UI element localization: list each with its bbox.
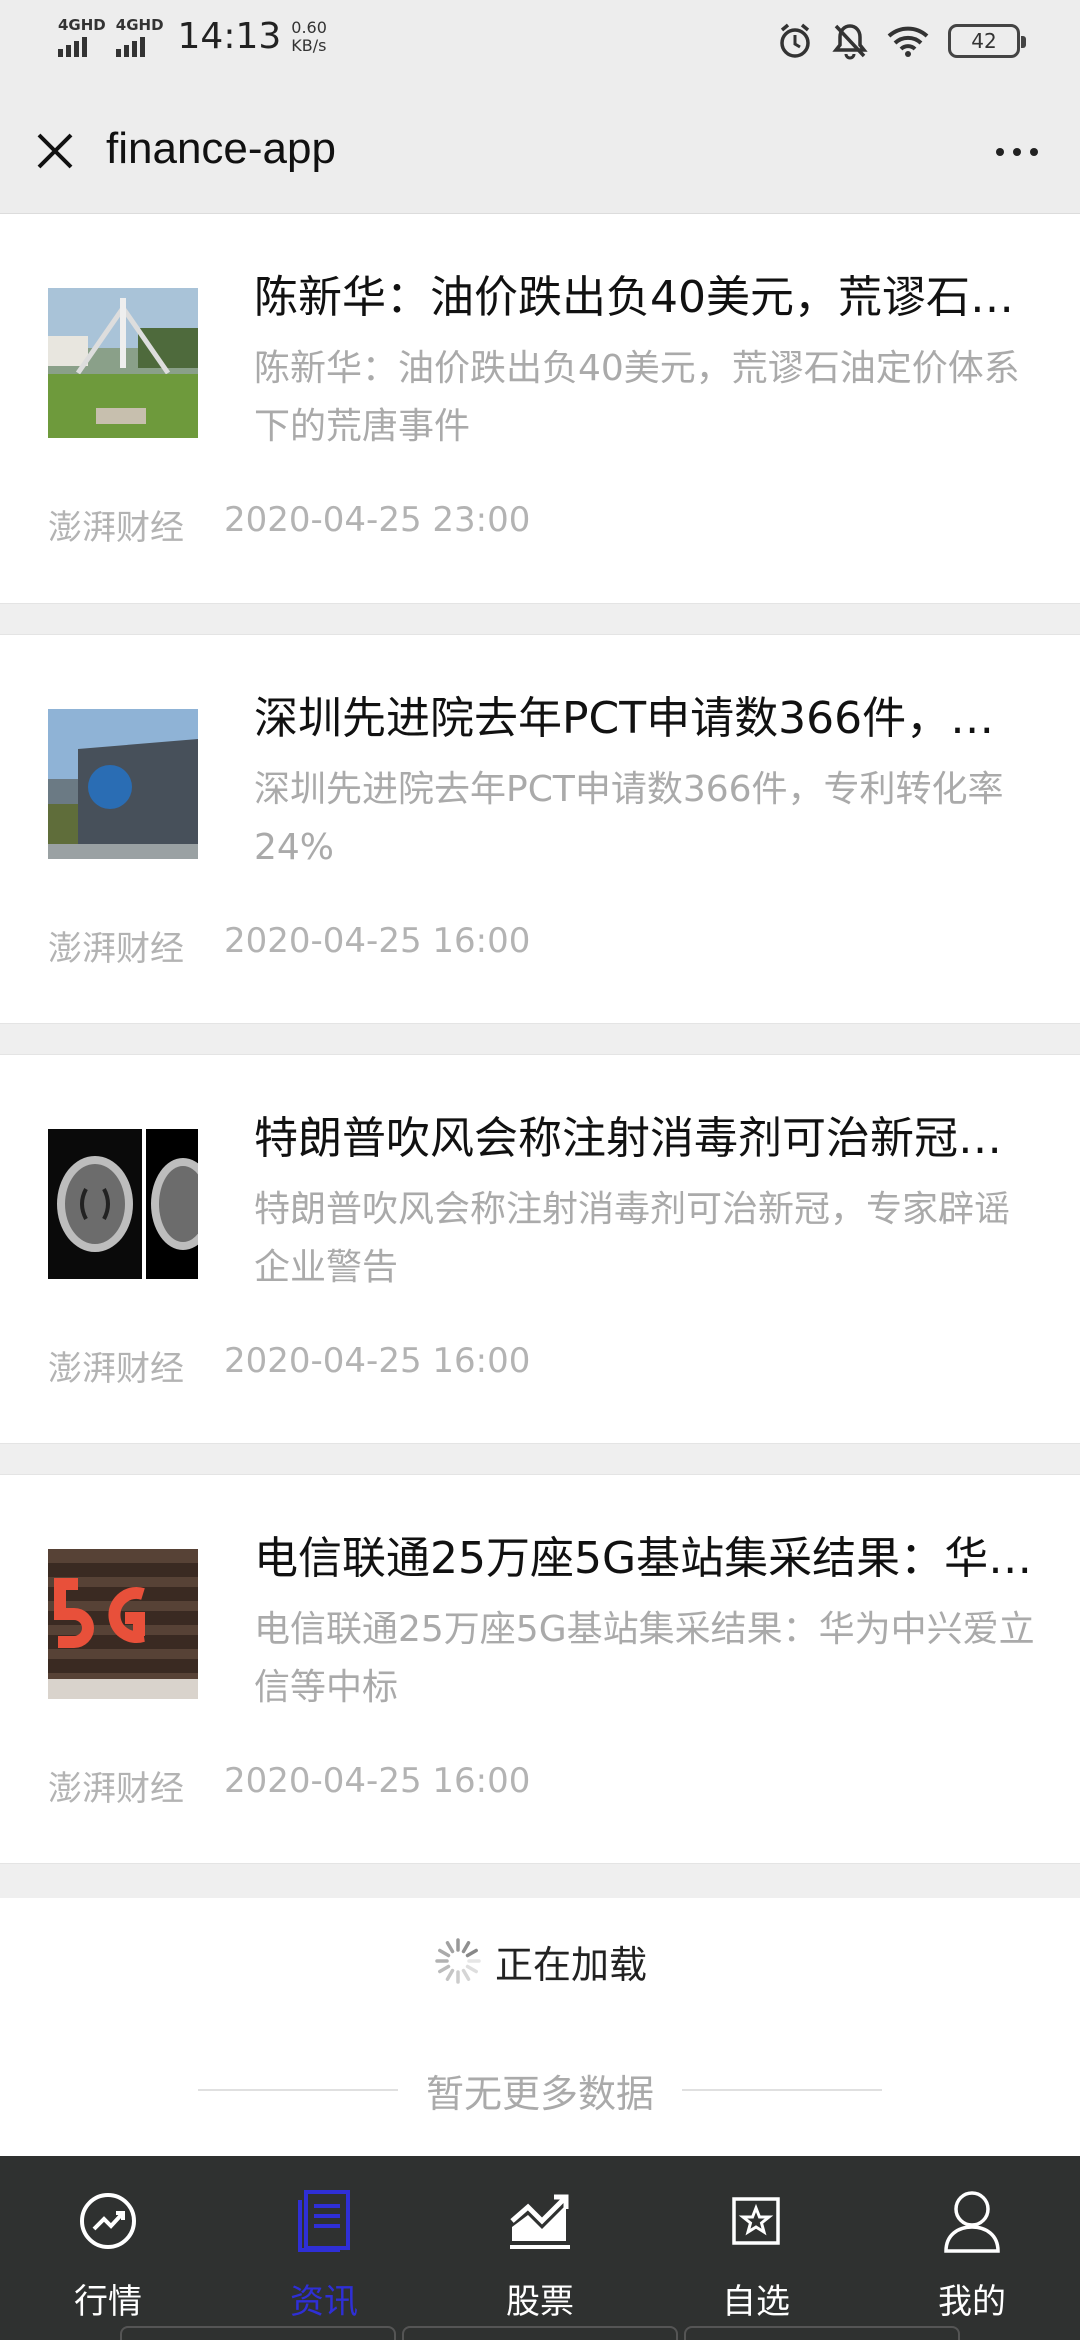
news-title[interactable]: 特朗普吹风会称注射消毒剂可治新冠，专家辟谣企业警告 [254, 1107, 1036, 1171]
battery-level: 42 [971, 29, 997, 53]
no-more-data-text: 暂无更多数据 [425, 2071, 654, 2116]
more-dots-icon [996, 148, 1004, 156]
tab-label: 自选 [722, 2282, 790, 2322]
signal-bars-icon [115, 35, 145, 57]
news-summary: 电信联通25万座5G基站集采结果：华为中兴爱立信等中标 [254, 1609, 1035, 1708]
tab-bar: 行情 资讯 股票 自选 我的 [0, 2156, 1080, 2340]
news-item[interactable]: 陈新华：油价跌出负40美元，荒谬石油定价体系下的荒唐事件 陈新华：油价跌出负40… [0, 214, 1080, 604]
wifi-icon [886, 24, 930, 58]
trend-circle-icon [75, 2188, 141, 2254]
no-more-data: 暂无更多数据 [0, 2024, 1080, 2156]
signal-label: 4GHD [58, 15, 106, 34]
tab-watchlist[interactable]: 自选 [648, 2156, 864, 2340]
tab-stocks[interactable]: 股票 [432, 2156, 648, 2340]
network-speed-value: 0.60 [291, 17, 327, 37]
tab-news[interactable]: 资讯 [216, 2156, 432, 2340]
news-title[interactable]: 深圳先进院去年PCT申请数366件，专利转化率24% [254, 687, 1036, 751]
divider [682, 2089, 882, 2091]
news-list: 陈新华：油价跌出负40美元，荒谬石油定价体系下的荒唐事件 陈新华：油价跌出负40… [0, 214, 1080, 1894]
news-summary: 深圳先进院去年PCT申请数366件，专利转化率24% [254, 769, 1004, 868]
news-meta: 澎湃财经 2020-04-25 23:00 [48, 500, 530, 549]
bell-muted-icon [832, 22, 868, 60]
home-indicator [120, 2326, 960, 2340]
tab-profile[interactable]: 我的 [864, 2156, 1080, 2340]
app-header: finance-app [0, 90, 1080, 214]
tab-label: 行情 [74, 2282, 142, 2322]
news-title[interactable]: 电信联通25万座5G基站集采结果：华为中兴爱立信等中标 [254, 1527, 1036, 1591]
news-item[interactable]: 深圳先进院去年PCT申请数366件，专利转化率24% 深圳先进院去年PCT申请数… [0, 634, 1080, 1024]
news-time: 2020-04-25 16:00 [224, 921, 531, 961]
news-thumbnail [48, 709, 198, 859]
signal-indicator-2: 4GHD [115, 15, 164, 57]
signal-bars-icon [58, 35, 87, 57]
tab-label: 股票 [506, 2282, 574, 2322]
news-thumbnail [48, 1549, 198, 1699]
more-button[interactable] [982, 128, 1052, 176]
stock-chart-icon [507, 2188, 573, 2254]
network-speed: 0.60 KB/s [291, 17, 327, 55]
close-icon [37, 133, 73, 169]
status-time: 14:13 [177, 16, 282, 57]
tab-market[interactable]: 行情 [0, 2156, 216, 2340]
news-title[interactable]: 陈新华：油价跌出负40美元，荒谬石油定价体系下的荒唐事件 [254, 266, 1036, 330]
news-item[interactable]: 特朗普吹风会称注射消毒剂可治新冠，专家辟谣企业警告 特朗普吹风会称注射消毒剂可治… [0, 1054, 1080, 1444]
network-speed-unit: KB/s [291, 35, 327, 55]
alarm-icon [776, 22, 814, 60]
news-thumbnail [48, 1129, 198, 1279]
news-meta: 澎湃财经 2020-04-25 16:00 [48, 1341, 530, 1390]
battery-icon: 42 [948, 24, 1026, 58]
loading-indicator: 正在加载 [0, 1898, 1080, 2024]
news-document-icon [291, 2188, 357, 2254]
user-icon [939, 2188, 1005, 2254]
news-time: 2020-04-25 16:00 [224, 1761, 531, 1801]
news-meta: 澎湃财经 2020-04-25 16:00 [48, 1761, 530, 1810]
spinner-icon [433, 1936, 483, 1986]
news-source: 澎湃财经 [48, 1349, 184, 1389]
divider [197, 2089, 398, 2091]
signal-indicator-1: 4GHD [58, 17, 106, 57]
news-source: 澎湃财经 [48, 1769, 184, 1809]
status-bar: 4GHD 4GHD 14:13 0.60 KB/s 42 [0, 0, 1080, 90]
close-button[interactable] [30, 126, 80, 176]
signal-label: 4GHD [115, 15, 164, 34]
status-left: 4GHD 4GHD 14:13 0.60 KB/s [58, 16, 327, 57]
news-summary: 陈新华：油价跌出负40美元，荒谬石油定价体系下的荒唐事件 [254, 348, 1020, 447]
news-source: 澎湃财经 [48, 929, 184, 969]
loading-text: 正在加载 [494, 1942, 647, 1987]
news-time: 2020-04-25 16:00 [224, 1341, 531, 1381]
news-source: 澎湃财经 [48, 508, 184, 548]
news-meta: 澎湃财经 2020-04-25 16:00 [48, 921, 530, 970]
news-thumbnail [48, 288, 198, 438]
news-time: 2020-04-25 23:00 [224, 500, 531, 540]
status-right: 42 [776, 22, 1026, 60]
news-item[interactable]: 电信联通25万座5G基站集采结果：华为中兴爱立信等中标 电信联通25万座5G基站… [0, 1474, 1080, 1864]
news-summary: 特朗普吹风会称注射消毒剂可治新冠，专家辟谣企业警告 [254, 1189, 1011, 1288]
tab-label: 我的 [938, 2282, 1006, 2322]
star-box-icon [723, 2188, 789, 2254]
tab-label: 资讯 [290, 2282, 358, 2322]
page-title: finance-app [106, 124, 336, 173]
